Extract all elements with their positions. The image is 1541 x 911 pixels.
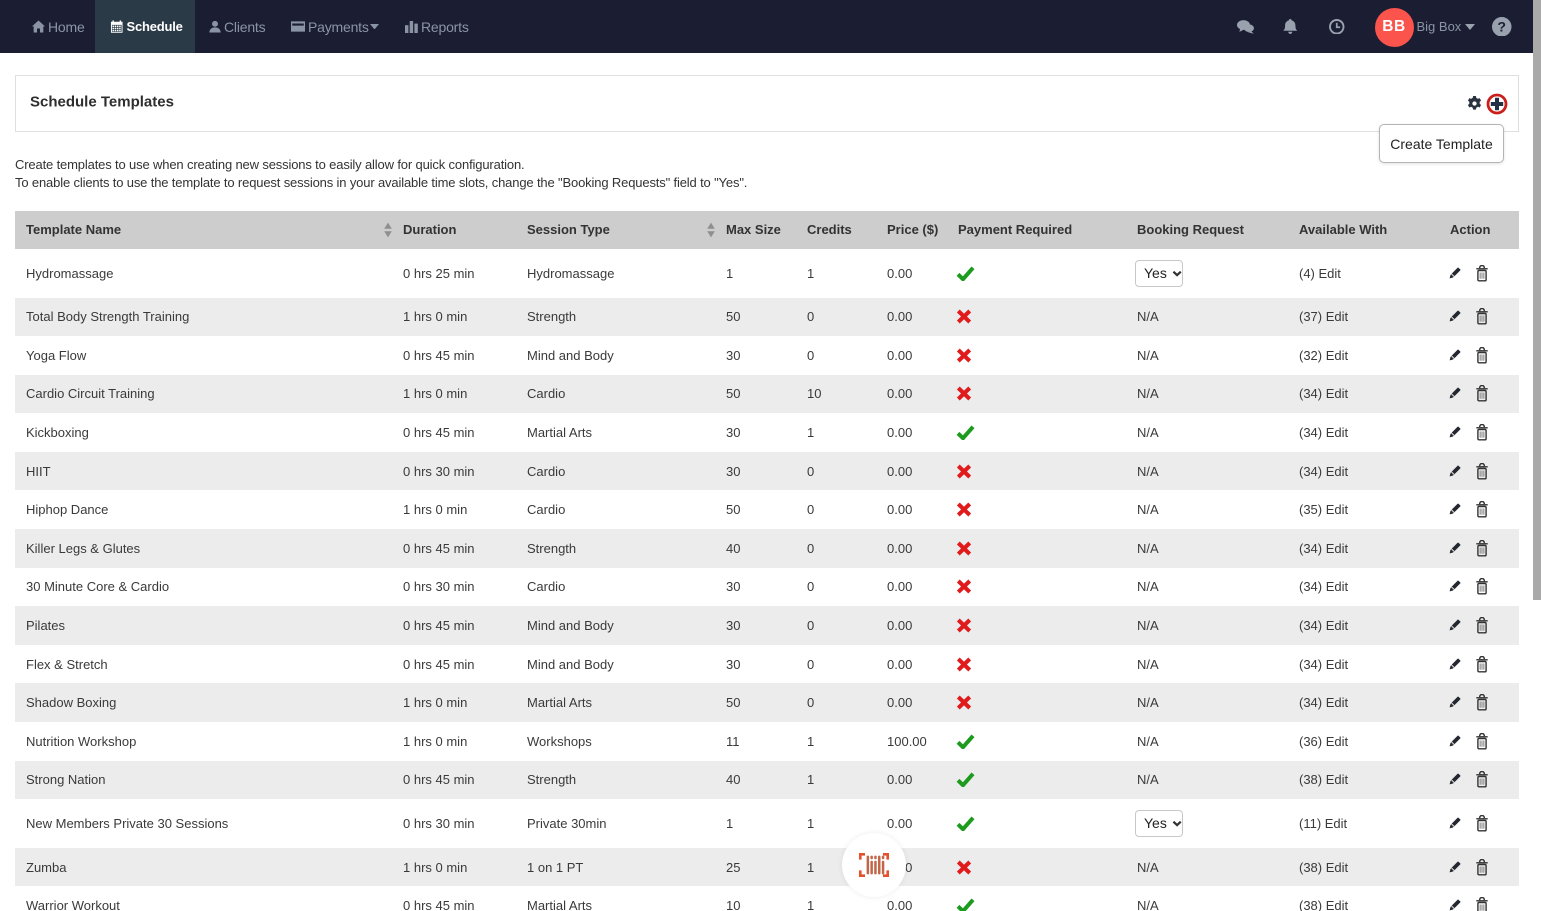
svg-text:?: ? (1497, 18, 1506, 34)
